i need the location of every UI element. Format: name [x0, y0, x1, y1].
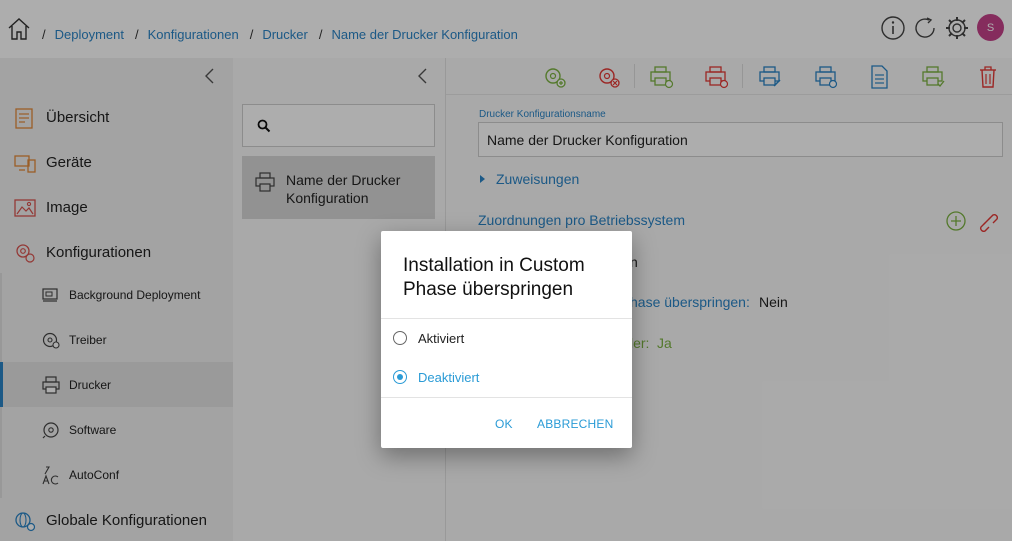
- radio-button-checked[interactable]: [393, 370, 407, 384]
- option-label: Aktiviert: [418, 330, 465, 346]
- dialog-title: Installation in Custom Phase überspringe…: [403, 255, 585, 300]
- ok-button[interactable]: OK: [495, 417, 513, 431]
- skip-phase-dialog: Installation in Custom Phase überspringe…: [381, 231, 632, 448]
- option-label: Deaktiviert: [418, 369, 480, 385]
- option-deactivated[interactable]: Deaktiviert: [393, 365, 613, 389]
- radio-button[interactable]: [393, 331, 407, 345]
- cancel-button[interactable]: ABBRECHEN: [537, 417, 613, 431]
- option-activated[interactable]: Aktiviert: [393, 326, 613, 350]
- dialog-divider: [381, 318, 632, 319]
- dialog-divider: [381, 397, 632, 398]
